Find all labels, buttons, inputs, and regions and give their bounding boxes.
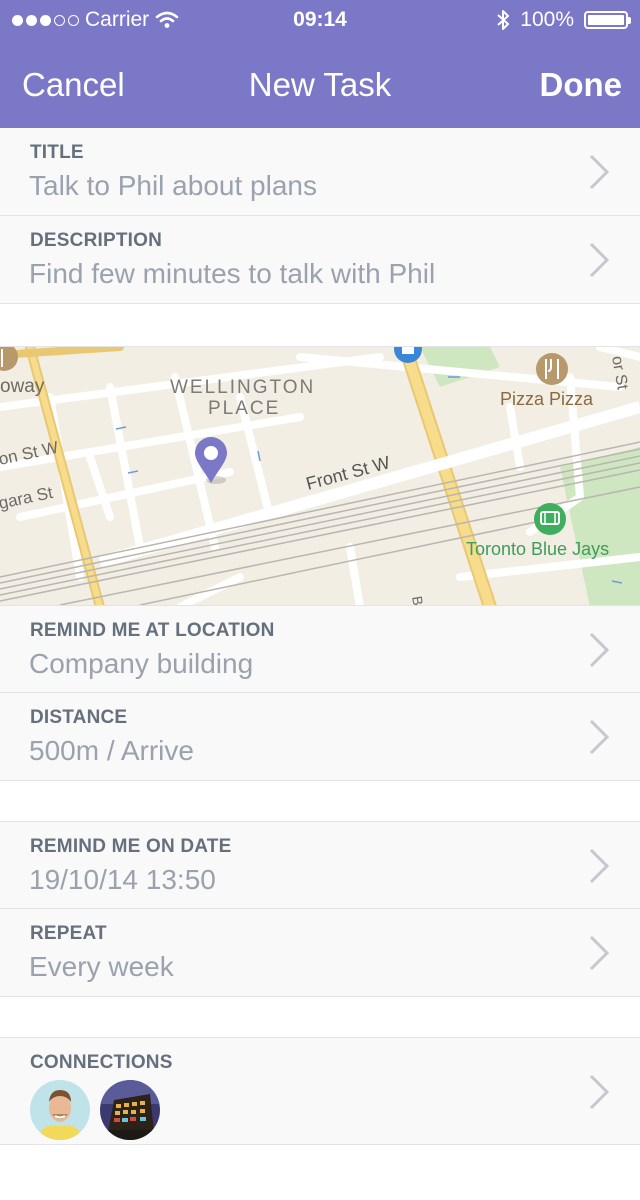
remind-date-label: REMIND ME ON DATE — [30, 836, 232, 857]
title-label: TITLE — [30, 142, 84, 163]
description-row[interactable]: DESCRIPTION Find few minutes to talk wit… — [0, 216, 640, 304]
repeat-row[interactable]: REPEAT Every week — [0, 909, 640, 997]
remind-date-row[interactable]: REMIND ME ON DATE 19/10/14 13:50 — [0, 821, 640, 909]
connections-row[interactable]: CONNECTIONS — [0, 1037, 640, 1145]
avatar-building[interactable] — [100, 1080, 160, 1140]
restaurant-icon — [536, 353, 568, 385]
map-label-wellington: WELLINGTON — [170, 377, 315, 398]
battery-icon — [584, 11, 631, 29]
chevron-right-icon — [589, 242, 610, 278]
location-map[interactable]: WELLINGTON PLACE Front St W oway on St W… — [0, 346, 640, 607]
distance-row[interactable]: DISTANCE 500m / Arrive — [0, 693, 640, 781]
title-value: Talk to Phil about plans — [29, 170, 317, 201]
remind-date-value: 19/10/14 13:50 — [29, 864, 216, 895]
chevron-right-icon — [589, 848, 610, 884]
nav-bar: Cancel New Task Done — [0, 40, 640, 128]
repeat-value: Every week — [29, 951, 174, 982]
bluetooth-icon — [497, 10, 510, 30]
chevron-right-icon — [589, 154, 610, 190]
done-button[interactable]: Done — [540, 66, 623, 104]
remind-location-row[interactable]: REMIND ME AT LOCATION Company building — [0, 605, 640, 693]
status-bar: Carrier 09:14 100% — [0, 0, 640, 40]
status-right: 100% — [496, 0, 631, 40]
map-label-owway: oway — [0, 376, 45, 397]
remind-location-label: REMIND ME AT LOCATION — [30, 620, 275, 641]
map-label-pizza: Pizza Pizza — [500, 389, 594, 409]
stadium-icon — [534, 503, 566, 535]
chevron-right-icon — [589, 719, 610, 755]
map-label-blue-jays: Toronto Blue Jays — [466, 539, 609, 559]
map-label-place: PLACE — [208, 398, 280, 419]
chevron-right-icon — [589, 632, 610, 668]
description-value: Find few minutes to talk with Phil — [29, 258, 436, 289]
connections-avatars — [30, 1080, 160, 1140]
title-row[interactable]: TITLE Talk to Phil about plans — [0, 128, 640, 216]
connections-label: CONNECTIONS — [30, 1052, 173, 1073]
description-label: DESCRIPTION — [30, 230, 163, 251]
distance-label: DISTANCE — [30, 707, 128, 728]
chevron-right-icon — [589, 935, 610, 971]
repeat-label: REPEAT — [30, 923, 107, 944]
distance-value: 500m / Arrive — [29, 735, 194, 766]
avatar-person[interactable] — [30, 1080, 90, 1140]
remind-location-value: Company building — [29, 648, 254, 679]
chevron-right-icon — [589, 1074, 610, 1110]
navigation-header: Carrier 09:14 100% Cancel New Task Done — [0, 0, 640, 128]
battery-percent: 100% — [520, 8, 574, 31]
